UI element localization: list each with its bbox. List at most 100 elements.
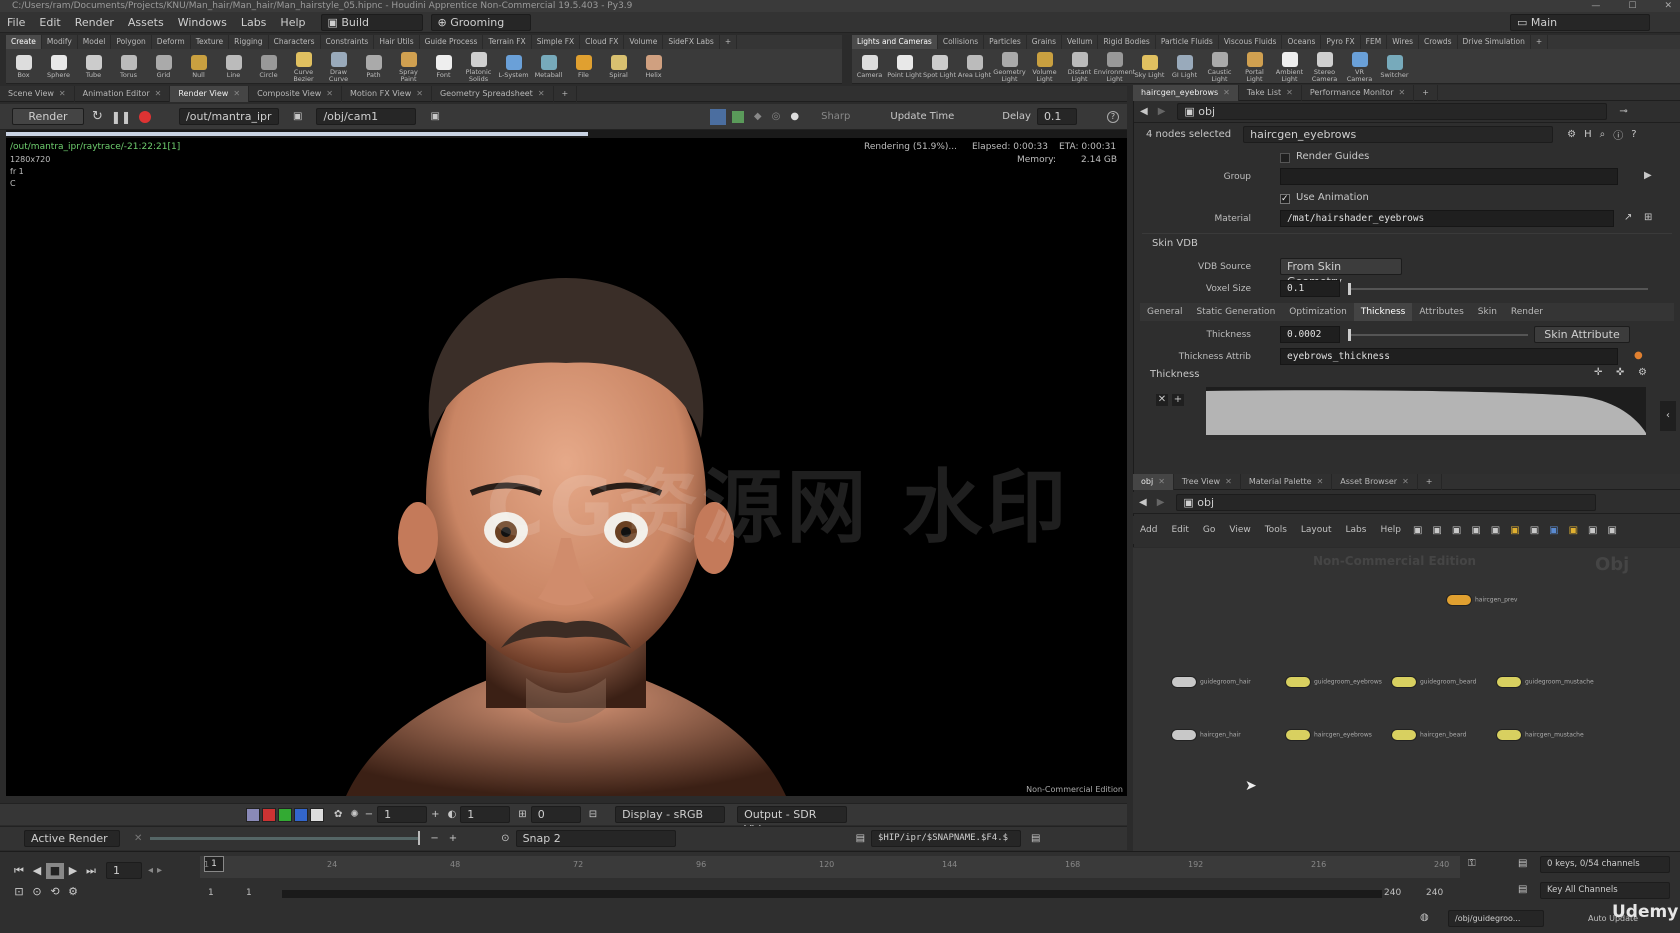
net-menu-help[interactable]: Help	[1380, 525, 1401, 535]
range-start[interactable]: 1	[208, 888, 214, 898]
tab-close-icon[interactable]: ✕	[1317, 477, 1324, 486]
help-icon[interactable]: ?	[1107, 110, 1119, 123]
view-tab-composite-view[interactable]: Composite View ✕	[249, 85, 342, 102]
net-menu-labs[interactable]: Labs	[1346, 525, 1367, 535]
collapse-pane-icon[interactable]: ‹	[1660, 401, 1676, 431]
net-menu-edit[interactable]: Edit	[1171, 525, 1188, 535]
help-param-icon[interactable]: H	[1584, 129, 1592, 140]
thickness-ramp-editor[interactable]	[1206, 387, 1646, 435]
shelf-tool-font[interactable]: Font	[426, 53, 461, 79]
shelf-tab-fem[interactable]: FEM	[1361, 35, 1388, 49]
camera-select-icon[interactable]: ▣	[430, 111, 439, 122]
output-colorspace-dropdown[interactable]: Output - SDR Video	[737, 806, 848, 836]
focus-icon[interactable]: ◆	[754, 111, 762, 122]
shelf-tab-constraints[interactable]: Constraints	[321, 35, 375, 49]
key-all-icon[interactable]: ▤	[1518, 884, 1527, 895]
menu-edit[interactable]: Edit	[32, 12, 67, 33]
param-tab-haircgen_eyebrows[interactable]: haircgen_eyebrows ✕	[1133, 84, 1239, 101]
shelf-tab-volume[interactable]: Volume	[624, 35, 664, 49]
key-window-icon[interactable]: ▤	[1518, 858, 1527, 869]
view-tab-render-view[interactable]: Render View ✕	[170, 85, 250, 102]
shelf-tool-caustic-light[interactable]: Caustic Light	[1202, 50, 1237, 83]
shelf-tool-sky-light[interactable]: Sky Light	[1132, 53, 1167, 79]
shelf-tool-area-light[interactable]: Area Light	[957, 53, 992, 79]
shelf-tab-particles[interactable]: Particles	[984, 35, 1027, 49]
current-frame-field[interactable]: 1	[106, 862, 142, 879]
preview-icon[interactable]: ◎	[772, 111, 781, 122]
shelf-tool-draw-curve[interactable]: Draw Curve	[321, 50, 356, 83]
shelf-tab-create[interactable]: Create	[6, 35, 42, 49]
shelf-tab-texture[interactable]: Texture	[191, 35, 230, 49]
shelf-tool-gi-light[interactable]: GI Light	[1167, 53, 1202, 79]
thickness-field[interactable]: 0.0002	[1280, 326, 1340, 343]
first-frame-icon[interactable]: ⏮	[10, 863, 28, 879]
prev-key-icon[interactable]: ◂	[148, 865, 153, 876]
output-driver-field[interactable]: /out/mantra_ipr	[179, 108, 280, 125]
subtab-optimization[interactable]: Optimization	[1282, 303, 1354, 321]
pin-pane-icon[interactable]: ⊸	[1619, 106, 1627, 117]
range-slider[interactable]	[282, 890, 1382, 898]
add-shelf-tab-icon[interactable]: +	[720, 35, 738, 49]
shelf-tab-wires[interactable]: Wires	[1387, 35, 1419, 49]
shelf-tool-box[interactable]: Box	[6, 53, 41, 79]
color-correct-icon[interactable]	[731, 110, 744, 123]
stop-render-icon[interactable]	[139, 110, 152, 123]
network-node[interactable]: haircgen_eyebrows	[1285, 729, 1372, 741]
tab-close-icon[interactable]: ✕	[1402, 477, 1409, 486]
minus-icon[interactable]: −	[365, 809, 373, 820]
net-tab-obj[interactable]: obj ✕	[1133, 473, 1174, 490]
menu-labs[interactable]: Labs	[234, 12, 274, 33]
shelf-tab-pyro-fx[interactable]: Pyro FX	[1321, 35, 1361, 49]
step-back-icon[interactable]: ◀	[28, 863, 46, 879]
group-select-icon[interactable]: ▶	[1644, 170, 1652, 181]
network-path-field[interactable]: ▣ obj	[1176, 494, 1597, 511]
view-tab-animation-editor[interactable]: Animation Editor ✕	[75, 85, 171, 102]
net-tab-tree-view[interactable]: Tree View ✕	[1174, 473, 1241, 490]
network-node[interactable]: guidegroom_beard	[1391, 676, 1476, 688]
settings-icon[interactable]: ⚙	[64, 884, 82, 900]
snapshot-name-field[interactable]: Snap 2	[515, 830, 676, 847]
network-node[interactable]: guidegroom_eyebrows	[1285, 676, 1382, 688]
use-animation-checkbox[interactable]: ✓	[1280, 194, 1290, 204]
tab-close-icon[interactable]: ✕	[1398, 88, 1405, 97]
shelf-tool-camera[interactable]: Camera	[852, 53, 887, 79]
globe-icon[interactable]: ▣	[1549, 525, 1558, 536]
snapshot-plus-icon[interactable]: +	[449, 833, 457, 844]
ramp-delete-icon[interactable]: ✕	[1156, 394, 1168, 406]
tab-close-icon[interactable]: ✕	[416, 89, 423, 98]
forward-icon[interactable]: ▶	[1158, 106, 1166, 117]
gamma-icon[interactable]: ✿	[334, 809, 342, 820]
net-back-icon[interactable]: ◀	[1139, 497, 1147, 508]
menu-file[interactable]: File	[0, 12, 32, 33]
shelf-tool-volume-light[interactable]: Volume Light	[1027, 50, 1062, 83]
tab-close-icon[interactable]: ✕	[1158, 477, 1165, 486]
pin-icon[interactable]: ▣	[293, 111, 302, 122]
save-disk-icon[interactable]: ▤	[1031, 833, 1040, 844]
tab-close-icon[interactable]: ✕	[59, 89, 66, 98]
stop-icon[interactable]: ■	[46, 862, 64, 879]
shelf-tool-torus[interactable]: Torus	[111, 53, 146, 79]
voxel-size-slider[interactable]	[1348, 283, 1648, 295]
key-all-channels-button[interactable]: Key All Channels	[1540, 882, 1670, 899]
gear-icon[interactable]: ⚙	[1567, 129, 1576, 140]
snapshot-minus-icon[interactable]: −	[430, 833, 438, 844]
shelf-tool-portal-light[interactable]: Portal Light	[1237, 50, 1272, 83]
shelf-tool-l-system[interactable]: L-System	[496, 53, 531, 79]
last-frame-icon[interactable]: ⏭	[82, 863, 100, 879]
shelf-tab-model[interactable]: Model	[78, 35, 112, 49]
net-menu-add[interactable]: Add	[1140, 525, 1157, 535]
channel-green-icon[interactable]	[278, 807, 292, 822]
tab-close-icon[interactable]: ✕	[155, 89, 162, 98]
voxel-size-field[interactable]: 0.1	[1280, 280, 1340, 297]
shelf-tab-particle-fluids[interactable]: Particle Fluids	[1156, 35, 1219, 49]
shelf-tab-modify[interactable]: Modify	[42, 35, 78, 49]
group-field[interactable]	[1280, 168, 1618, 185]
camera-snapshot-icon[interactable]: ⊙	[501, 833, 509, 844]
shelf-tab-vellum[interactable]: Vellum	[1062, 35, 1099, 49]
shelf-tab-rigging[interactable]: Rigging	[229, 35, 269, 49]
render-viewport[interactable]: /out/mantra_ipr/raytrace/-21:22:21[1] 12…	[6, 138, 1127, 796]
network-node[interactable]: haircgen_beard	[1391, 729, 1466, 741]
shelf-tab-oceans[interactable]: Oceans	[1282, 35, 1322, 49]
question-icon[interactable]: ?	[1631, 129, 1636, 140]
offset-field[interactable]: 0	[530, 806, 581, 823]
